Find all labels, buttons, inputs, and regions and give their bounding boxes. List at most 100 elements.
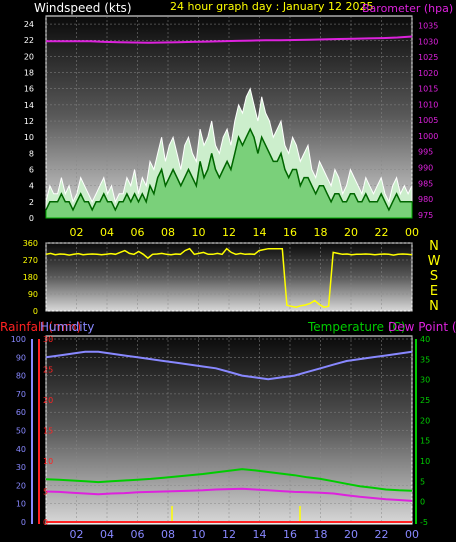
dir-y-tick: 90 <box>28 290 38 299</box>
humidity-y-tick: 80 <box>16 372 26 381</box>
baro-y-tick: 975 <box>418 211 433 220</box>
x-tick-lower: 08 <box>161 528 175 541</box>
x-tick-lower: 06 <box>131 528 145 541</box>
weather-graph: Windspeed (kts) 24 hour graph day : Janu… <box>0 0 456 541</box>
temp-y-tick: 35 <box>420 355 430 364</box>
baro-y-tick: 1010 <box>418 100 438 109</box>
dir-y-tick: 180 <box>23 273 38 282</box>
x-tick-lower: 22 <box>375 528 389 541</box>
x-tick: 12 <box>222 226 236 239</box>
baro-axis-label: Barometer (hpa) <box>362 2 453 15</box>
wind-y-tick: 22 <box>24 36 34 45</box>
wind-y-tick: 18 <box>24 69 34 78</box>
wind-y-tick: 24 <box>24 20 34 29</box>
humidity-y-tick: 0 <box>21 518 26 527</box>
x-tick: 00 <box>405 226 419 239</box>
wind-y-tick: 16 <box>24 85 34 94</box>
x-tick-lower: 02 <box>70 528 84 541</box>
baro-y-tick: 1020 <box>418 69 438 78</box>
baro-y-tick: 1015 <box>418 85 438 94</box>
temp-y-tick: 10 <box>420 457 430 466</box>
humidity-y-tick: 20 <box>16 481 26 490</box>
compass-w: W <box>428 254 441 269</box>
humidity-y-tick: 30 <box>16 463 26 472</box>
wind-y-tick: 2 <box>29 198 34 207</box>
wind-y-tick: 14 <box>24 101 34 110</box>
chart-title: 24 hour graph day : January 12 2025 <box>170 0 374 13</box>
temp-y-tick: 0 <box>420 498 425 507</box>
humidity-y-tick: 40 <box>16 445 26 454</box>
dir-y-tick: 360 <box>23 239 38 248</box>
baro-y-tick: 980 <box>418 195 433 204</box>
x-tick: 06 <box>131 226 145 239</box>
wind-y-tick: 8 <box>29 149 34 158</box>
compass-e: E <box>430 284 438 299</box>
x-tick-lower: 12 <box>222 528 236 541</box>
x-axis-hours-lower: 02 04 06 08 10 12 14 16 18 20 22 00 <box>70 528 420 541</box>
x-tick: 02 <box>70 226 84 239</box>
x-tick-lower: 10 <box>192 528 206 541</box>
dir-y-tick: 270 <box>23 256 38 265</box>
x-tick: 04 <box>100 226 114 239</box>
temp-y-tick: 20 <box>420 416 430 425</box>
compass-labels: NWSEN <box>428 239 441 314</box>
temp-y-tick: -5 <box>420 518 428 527</box>
baro-y-tick: 1035 <box>418 21 438 30</box>
temp-y-tick: 15 <box>420 437 430 446</box>
baro-y-tick: 995 <box>418 148 433 157</box>
wind-y-tick: 10 <box>24 133 34 142</box>
compass-n: N <box>429 299 439 314</box>
compass-s: S <box>430 269 438 284</box>
baro-y-tick: 1000 <box>418 132 438 141</box>
compass-n: N <box>429 239 439 254</box>
rain-y-tick: 5 <box>43 488 48 497</box>
rain-y-tick: 10 <box>43 457 53 466</box>
temp-y-tick: 30 <box>420 376 430 385</box>
wind-y-tick: 20 <box>24 52 34 61</box>
temperature-y-axis: -5 0 5 10 15 20 25 30 35 40 <box>420 335 430 527</box>
x-tick: 10 <box>192 226 206 239</box>
temp-y-tick: 5 <box>420 477 425 486</box>
temp-y-tick: 25 <box>420 396 430 405</box>
temp-y-tick: 40 <box>420 335 430 344</box>
x-tick: 22 <box>375 226 389 239</box>
x-tick-lower: 18 <box>314 528 328 541</box>
dir-y-tick: 0 <box>33 307 38 316</box>
baro-y-tick: 1025 <box>418 53 438 62</box>
rain-y-tick: 0 <box>43 518 48 527</box>
x-axis-hours: 02 04 06 08 10 12 14 16 18 20 22 00 <box>70 226 420 239</box>
rain-y-tick: 25 <box>43 366 53 375</box>
direction-y-axis: 0 90 180 270 360 <box>23 239 38 316</box>
barometer-y-axis: 975 980 985 990 995 1000 1005 1010 1015 1020 1025 1… <box>418 21 438 219</box>
x-tick-lower: 14 <box>253 528 267 541</box>
baro-y-tick: 990 <box>418 164 433 173</box>
rain-y-tick: 15 <box>43 427 53 436</box>
x-tick: 08 <box>161 226 175 239</box>
humidity-y-tick: 100 <box>11 335 26 344</box>
rain-y-tick: 20 <box>43 396 53 405</box>
dewpoint-axis-label: Dew Point (C) <box>388 320 456 334</box>
x-tick-lower: 20 <box>344 528 358 541</box>
rain-y-tick: 30 <box>43 335 53 344</box>
x-tick-lower: 04 <box>100 528 114 541</box>
x-tick-lower: 16 <box>283 528 297 541</box>
wind-y-tick: 4 <box>29 182 34 191</box>
baro-y-tick: 1005 <box>418 116 438 125</box>
wind-y-tick: 6 <box>29 166 34 175</box>
x-tick: 16 <box>283 226 297 239</box>
x-tick: 20 <box>344 226 358 239</box>
humidity-y-tick: 90 <box>16 353 26 362</box>
x-tick-lower: 00 <box>405 528 419 541</box>
x-tick: 14 <box>253 226 267 239</box>
humidity-y-tick: 50 <box>16 427 26 436</box>
humidity-y-tick: 70 <box>16 390 26 399</box>
x-tick: 18 <box>314 226 328 239</box>
humidity-y-tick: 10 <box>16 500 26 509</box>
baro-y-tick: 1030 <box>418 37 438 46</box>
humidity-axis-label: Humidity <box>40 320 94 334</box>
wind-y-axis: 024681012141618202224 <box>24 20 34 223</box>
wind-y-tick: 12 <box>24 117 34 126</box>
wind-axis-label: Windspeed (kts) <box>34 1 132 15</box>
humidity-y-axis: 0 10 20 30 40 50 60 70 80 90 100 <box>11 335 26 527</box>
humidity-y-tick: 60 <box>16 408 26 417</box>
